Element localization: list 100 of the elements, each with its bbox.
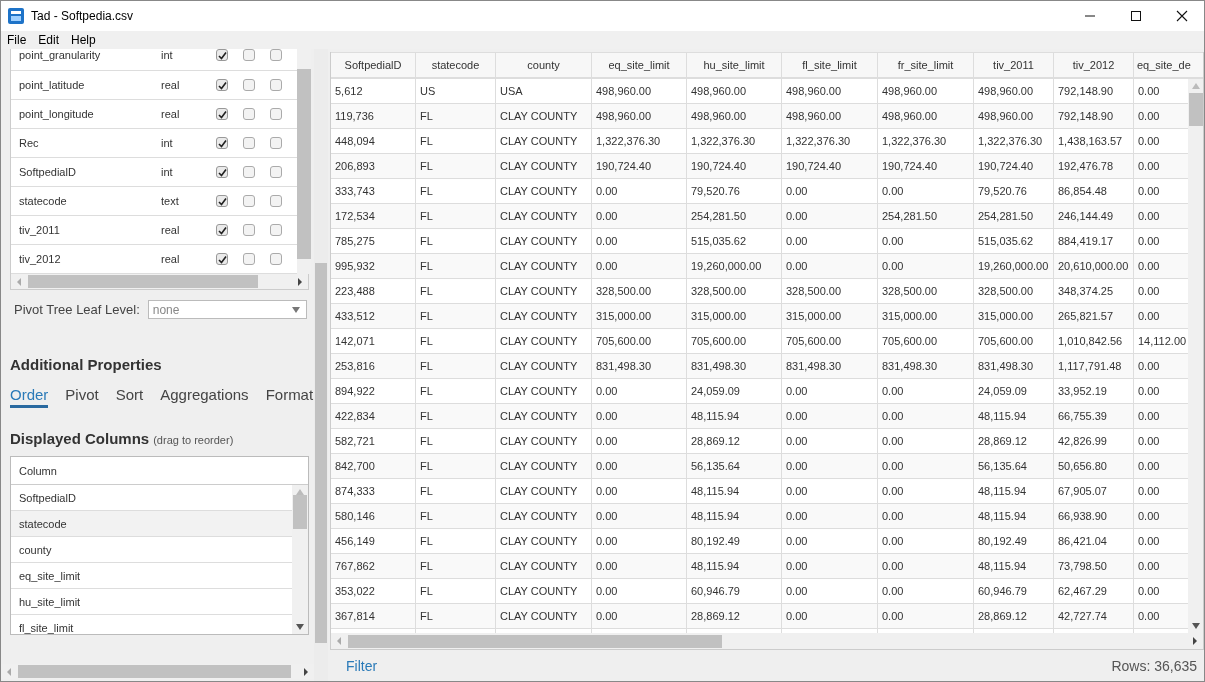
close-icon[interactable]	[1176, 10, 1188, 22]
scrollbar-thumb[interactable]	[315, 263, 327, 643]
column-header[interactable]: eq_site_de	[1134, 53, 1203, 77]
scroll-right-icon[interactable]	[1192, 637, 1198, 645]
column-header[interactable]: eq_site_limit	[592, 53, 687, 77]
table-cell: 48,115.94	[974, 554, 1054, 578]
checkbox[interactable]	[216, 253, 228, 265]
table-cell: 831,498.30	[878, 354, 974, 378]
table-cell: 705,600.00	[782, 329, 878, 353]
scrollbar[interactable]	[11, 274, 308, 289]
scrollbar[interactable]	[292, 485, 308, 634]
checkbox[interactable]	[270, 253, 282, 265]
menu-item[interactable]: File	[7, 33, 27, 47]
list-item[interactable]: statecode	[11, 511, 292, 537]
checkbox[interactable]	[243, 79, 255, 91]
section-heading: Additional Properties	[10, 356, 163, 373]
section-heading: Displayed Columns	[10, 430, 150, 447]
column-header[interactable]: statecode	[416, 53, 496, 77]
column-name: Rec	[18, 137, 40, 149]
table-cell: 254,281.50	[878, 204, 974, 228]
column-type: int	[161, 166, 174, 178]
scrollbar-thumb[interactable]	[297, 69, 311, 259]
scroll-down-icon[interactable]	[296, 624, 304, 630]
scrollbar-thumb[interactable]	[18, 665, 291, 678]
checkbox[interactable]	[243, 49, 255, 61]
table-cell: FL	[416, 129, 496, 153]
column-header[interactable]: fl_site_limit	[782, 53, 878, 77]
menu-item[interactable]: Edit	[38, 33, 60, 47]
tab[interactable]: Pivot	[65, 386, 99, 408]
scroll-left-icon[interactable]	[336, 637, 342, 645]
table-cell: 190,724.40	[878, 154, 974, 178]
column-type: real	[161, 253, 181, 265]
checkbox[interactable]	[243, 137, 255, 149]
table-cell: 80,192.49	[687, 529, 782, 553]
checkbox[interactable]	[216, 224, 228, 236]
column-type: text	[161, 195, 180, 207]
tab[interactable]: Aggregations	[160, 386, 249, 408]
table-cell: 5,612	[331, 79, 416, 103]
tab[interactable]: Order	[10, 386, 49, 408]
table-cell: 28,869.12	[687, 604, 782, 628]
table-cell: FL	[416, 229, 496, 253]
scrollbar-thumb[interactable]	[28, 275, 258, 288]
table-cell: 995,932	[331, 254, 416, 278]
scrollbar[interactable]	[1188, 79, 1203, 633]
scroll-right-icon[interactable]	[297, 277, 303, 286]
checkbox[interactable]	[243, 253, 255, 265]
leaf-level-dropdown[interactable]: none	[147, 300, 307, 319]
column-header[interactable]: SoftpedialD	[331, 53, 416, 77]
table-cell: 20,610,000.00	[1054, 254, 1134, 278]
checkbox[interactable]	[216, 195, 228, 207]
checkbox[interactable]	[270, 166, 282, 178]
scroll-up-icon[interactable]	[1191, 83, 1200, 89]
table-cell: 0.00	[878, 379, 974, 403]
table-cell: 498,960.00	[974, 79, 1054, 103]
table-cell: CLAY COUNTY	[496, 154, 592, 178]
checkbox[interactable]	[243, 195, 255, 207]
scrollbar[interactable]	[331, 633, 1203, 649]
checkbox[interactable]	[243, 224, 255, 236]
scroll-down-icon[interactable]	[1191, 623, 1200, 629]
checkbox[interactable]	[243, 166, 255, 178]
checkbox[interactable]	[216, 49, 228, 61]
column-type: real	[161, 108, 181, 120]
tab[interactable]: Sort	[115, 386, 144, 408]
checkbox[interactable]	[270, 49, 282, 61]
scroll-left-icon[interactable]	[6, 667, 12, 676]
scrollbar-thumb[interactable]	[1188, 93, 1203, 126]
checkbox[interactable]	[270, 195, 282, 207]
scrollbar-thumb[interactable]	[348, 634, 722, 648]
scroll-left-icon[interactable]	[16, 277, 22, 286]
checkbox[interactable]	[270, 224, 282, 236]
table-cell: 73,798.50	[1054, 554, 1134, 578]
table-cell: 705,600.00	[974, 329, 1054, 353]
filter-link[interactable]: Filter	[346, 657, 378, 674]
column-header[interactable]: fr_site_limit	[878, 53, 974, 77]
column-header[interactable]: tiv_2011	[974, 53, 1054, 77]
checkbox[interactable]	[270, 79, 282, 91]
column-header[interactable]: tiv_2012	[1054, 53, 1134, 77]
scrollbar-thumb[interactable]	[293, 495, 307, 529]
checkbox[interactable]	[216, 166, 228, 178]
checkbox[interactable]	[216, 79, 228, 91]
menu-item[interactable]: Help	[71, 33, 96, 47]
table-cell: 831,498.30	[592, 354, 687, 378]
table-cell: FL	[416, 554, 496, 578]
table-cell: CLAY COUNTY	[496, 104, 592, 128]
table-cell: 48,115.94	[687, 479, 782, 503]
checkbox[interactable]	[270, 108, 282, 120]
column-header[interactable]: county	[496, 53, 592, 77]
tab[interactable]: Format	[265, 386, 314, 408]
column-header[interactable]: hu_site_limit	[687, 53, 782, 77]
checkbox[interactable]	[243, 108, 255, 120]
checkbox[interactable]	[216, 108, 228, 120]
table-cell: 60,946.79	[974, 579, 1054, 603]
checkbox[interactable]	[216, 137, 228, 149]
table-cell: 190,724.40	[687, 154, 782, 178]
maximize-icon[interactable]	[1130, 10, 1142, 22]
scroll-right-icon[interactable]	[303, 667, 309, 676]
table-cell: 42,727.74	[1054, 604, 1134, 628]
checkbox[interactable]	[270, 137, 282, 149]
dropdown-arrow-icon[interactable]	[291, 306, 300, 313]
column-name: tiv_2012	[18, 253, 62, 265]
